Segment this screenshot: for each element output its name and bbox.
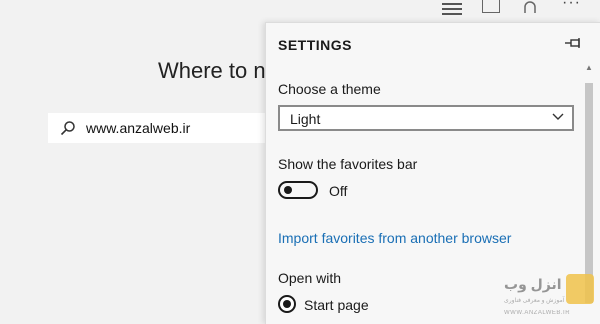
toggle-knob	[284, 186, 292, 194]
start-page-radio[interactable]	[278, 295, 296, 313]
open-with-label: Open with	[278, 270, 342, 286]
pin-icon[interactable]	[564, 37, 582, 49]
share-icon[interactable]	[522, 0, 538, 13]
search-icon	[60, 121, 75, 136]
watermark-logo: انزل وب آموزش و معرفی فناوری WWW.ANZALWE…	[500, 270, 600, 323]
watermark-url: WWW.ANZALWEB.IR	[504, 310, 571, 316]
hub-icon[interactable]	[442, 0, 462, 15]
panel-title: SETTINGS	[278, 37, 353, 53]
radio-selected-dot	[283, 300, 291, 308]
start-page-label[interactable]: Start page	[304, 297, 369, 313]
search-input[interactable]: www.anzalweb.ir	[48, 113, 270, 143]
scroll-up-icon[interactable]: ▲	[584, 63, 594, 75]
chevron-down-icon	[552, 113, 564, 120]
theme-label: Choose a theme	[278, 81, 381, 97]
watermark-text: انزل وب	[504, 276, 562, 292]
theme-select[interactable]: Light	[278, 105, 574, 131]
web-note-icon[interactable]	[482, 0, 500, 13]
theme-selected-value: Light	[290, 111, 321, 127]
page-heading: Where to n	[158, 58, 266, 83]
search-value: www.anzalweb.ir	[86, 120, 191, 136]
more-icon[interactable]: ···	[562, 0, 581, 11]
favorites-bar-label: Show the favorites bar	[278, 156, 418, 172]
browser-toolbar: ···	[430, 0, 600, 22]
toggle-state-text: Off	[329, 183, 348, 199]
favorites-bar-toggle[interactable]	[278, 181, 318, 199]
watermark-subtext: آموزش و معرفی فناوری	[504, 298, 565, 304]
logo-mark	[566, 274, 594, 304]
import-favorites-link[interactable]: Import favorites from another browser	[278, 230, 511, 246]
